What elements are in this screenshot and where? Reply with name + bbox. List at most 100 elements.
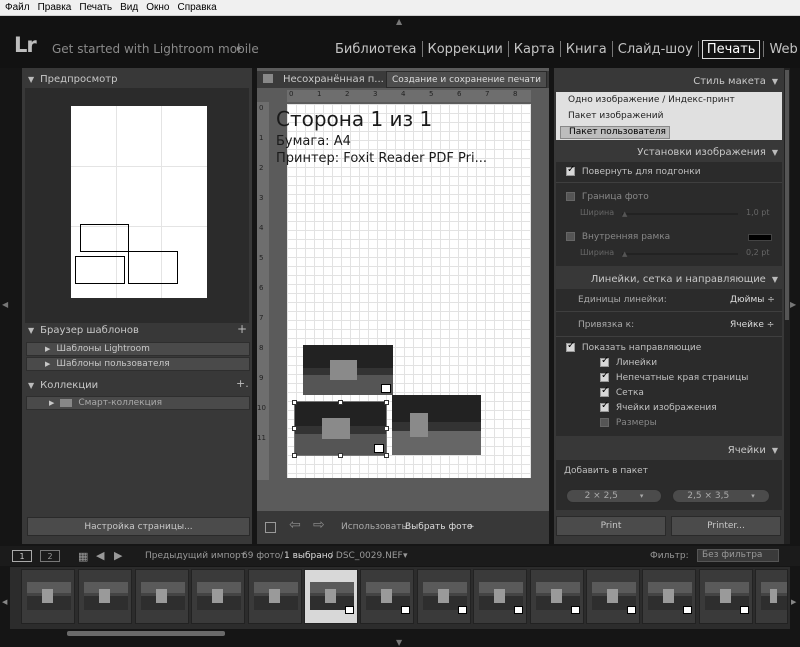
collapse-top-icon[interactable]: ▲ [396, 17, 402, 26]
filmstrip-right-icon[interactable]: ▶ [791, 598, 796, 606]
image-settings-header[interactable]: Установки изображения ▼ [554, 144, 782, 160]
size-button-2.5x3.5[interactable]: 2,5 × 3,5 ▾ [672, 489, 770, 503]
module-develop[interactable]: Коррекции [423, 42, 508, 57]
mobile-promo-arrow-icon[interactable]: ▸ [237, 44, 242, 54]
module-map[interactable]: Карта [509, 42, 560, 57]
rulers-grid-header[interactable]: Линейки, сетка и направляющие ▼ [554, 271, 782, 287]
template-browser-header[interactable]: ▼ Браузер шаблонов [22, 322, 252, 338]
inner-stroke-checkbox[interactable]: Внутренняя рамка [566, 232, 670, 242]
ruler-units-select[interactable]: Дюймы ÷ [730, 295, 775, 305]
show-guides-checkbox[interactable]: Показать направляющие [566, 340, 701, 353]
unsaved-print-tab[interactable]: Несохранённая п... [283, 74, 384, 85]
preview-header[interactable]: ▼ Предпросмотр [22, 71, 252, 87]
prev-page-icon[interactable]: ⇦ [289, 517, 301, 533]
use-select-arrow-icon[interactable]: ÷ [467, 522, 475, 532]
use-select[interactable]: Выбрать фото [405, 522, 472, 532]
film-thumb[interactable] [78, 569, 132, 624]
film-thumb[interactable] [642, 569, 696, 624]
right-panel-scrollbar[interactable] [784, 68, 790, 544]
grid-view-icon[interactable]: ▦ [78, 550, 88, 563]
photo-border-checkbox[interactable]: Граница фото [566, 192, 649, 202]
scrollbar-thumb[interactable] [785, 70, 789, 320]
photo-cell[interactable] [303, 345, 393, 395]
resize-handle[interactable] [384, 453, 389, 458]
collapse-right-icon[interactable]: ▶ [790, 300, 796, 309]
film-thumb[interactable] [530, 569, 584, 624]
filename-dropdown-icon[interactable]: ▾ [403, 551, 408, 561]
menu-edit[interactable]: Правка [38, 2, 72, 13]
guide-grid-checkbox[interactable]: Сетка [600, 385, 644, 398]
film-thumb[interactable] [699, 569, 753, 624]
module-library[interactable]: Библиотека [330, 42, 422, 57]
collapse-bottom-icon[interactable]: ▼ [396, 638, 402, 647]
create-saved-print-button[interactable]: Создание и сохранение печати [386, 71, 547, 88]
film-thumb[interactable] [586, 569, 640, 624]
page-setup-button[interactable]: Настройка страницы... [27, 517, 250, 536]
inner-stroke-slider[interactable] [622, 253, 738, 255]
main-window-button[interactable]: 1 [12, 550, 32, 562]
collections-header[interactable]: ▼ Коллекции [22, 377, 252, 393]
photo-cell-selected[interactable] [294, 401, 387, 456]
film-thumb-selected[interactable] [304, 569, 358, 624]
inner-stroke-color-swatch[interactable] [748, 234, 772, 241]
template-folder-lightroom[interactable]: ▶ Шаблоны Lightroom [26, 342, 250, 356]
menu-file[interactable]: Файл [5, 2, 30, 13]
film-thumb[interactable] [473, 569, 527, 624]
film-thumb[interactable] [135, 569, 189, 624]
menu-window[interactable]: Окно [146, 2, 169, 13]
module-slideshow[interactable]: Слайд-шоу [613, 42, 698, 57]
layout-picture-package[interactable]: Пакет изображений [568, 111, 664, 121]
next-page-icon[interactable]: ⇨ [313, 517, 325, 533]
photo-border-slider[interactable] [622, 213, 738, 215]
mobile-promo-text[interactable]: Get started with Lightroom mobile [52, 42, 259, 56]
resize-handle[interactable] [384, 400, 389, 405]
film-thumb[interactable] [248, 569, 302, 624]
film-thumb[interactable] [360, 569, 414, 624]
guide-bleed-checkbox[interactable]: Непечатные края страницы [600, 370, 748, 383]
page-view-icon[interactable] [265, 522, 276, 533]
module-print[interactable]: Печать [701, 39, 761, 59]
film-thumb[interactable] [755, 569, 788, 624]
resize-handle[interactable] [338, 453, 343, 458]
cells-header[interactable]: Ячейки ▼ [554, 442, 782, 458]
selected-filename[interactable]: / DSC_0029.NEF [330, 551, 403, 561]
module-book[interactable]: Книга [561, 42, 612, 57]
printer-button[interactable]: Printer... [671, 516, 781, 536]
resize-handle[interactable] [292, 400, 297, 405]
print-button[interactable]: Print [556, 516, 666, 536]
snap-select[interactable]: Ячейке ÷ [730, 320, 774, 330]
layout-custom-package[interactable]: Пакет пользователя [560, 126, 670, 139]
guide-dimensions-checkbox[interactable]: Размеры [600, 418, 657, 428]
template-folder-user[interactable]: ▶ Шаблоны пользователя [26, 357, 250, 371]
menu-view[interactable]: Вид [120, 2, 138, 13]
resize-handle[interactable] [292, 453, 297, 458]
menu-help[interactable]: Справка [177, 2, 216, 13]
film-thumb[interactable] [417, 569, 471, 624]
resize-handle[interactable] [384, 426, 389, 431]
slider-thumb-icon[interactable]: ▲ [622, 210, 627, 218]
add-collection-icon[interactable]: +. [236, 377, 249, 390]
resize-handle[interactable] [338, 400, 343, 405]
guide-image-cells-checkbox[interactable]: Ячейки изображения [600, 400, 717, 413]
resize-handle[interactable] [292, 426, 297, 431]
module-web[interactable]: Web [764, 42, 800, 57]
add-template-icon[interactable]: + [237, 322, 247, 336]
layout-single-image[interactable]: Одно изображение / Индекс-принт [568, 95, 735, 105]
size-button-2x2.5[interactable]: 2 × 2,5 ▾ [566, 489, 662, 503]
filmstrip-left-icon[interactable]: ◀ [2, 598, 7, 606]
layout-style-header[interactable]: Стиль макета ▼ [554, 73, 782, 89]
filmstrip-source[interactable]: Предыдущий импорт [145, 551, 246, 561]
collapse-left-icon[interactable]: ◀ [2, 300, 8, 309]
collection-smart[interactable]: ▶ Смарт-коллекция [26, 396, 250, 410]
back-arrow-icon[interactable]: ◀ [96, 549, 104, 562]
filmstrip-scrollbar[interactable] [67, 631, 225, 636]
film-thumb[interactable] [21, 569, 75, 624]
rotate-to-fit-checkbox[interactable]: Повернуть для подгонки [566, 164, 701, 177]
guide-rulers-checkbox[interactable]: Линейки [600, 355, 657, 368]
forward-arrow-icon[interactable]: ▶ [114, 549, 122, 562]
menu-print[interactable]: Печать [79, 2, 112, 13]
filter-select[interactable]: Без фильтра [697, 549, 779, 562]
photo-cell[interactable] [392, 395, 481, 455]
secondary-window-button[interactable]: 2 [40, 550, 60, 562]
slider-thumb-icon[interactable]: ▲ [622, 250, 627, 258]
